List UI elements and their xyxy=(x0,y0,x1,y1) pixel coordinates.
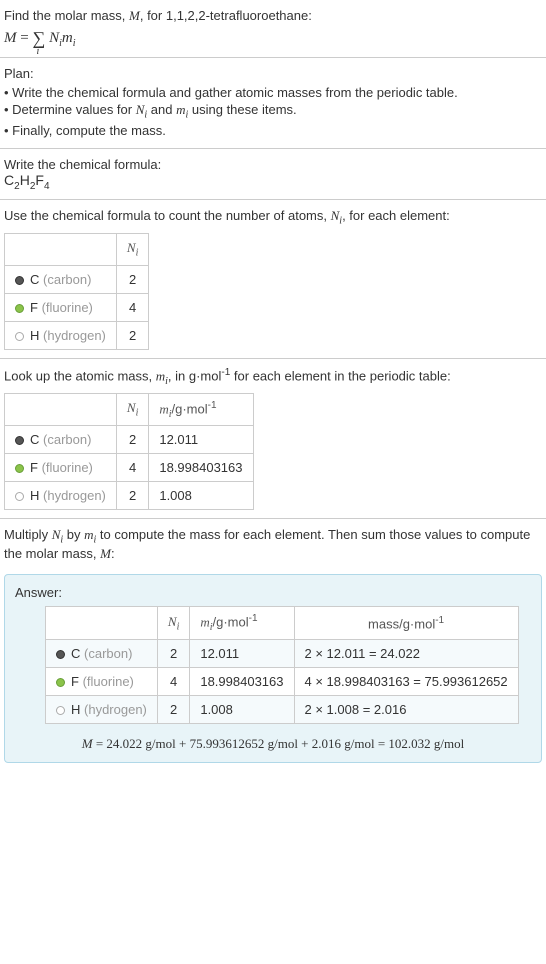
formula-n: N xyxy=(49,30,59,46)
m-cell: 1.008 xyxy=(190,695,294,723)
n-cell: 2 xyxy=(157,695,189,723)
element-dot-icon xyxy=(56,650,65,659)
intro-section: Find the molar mass, M, for 1,1,2,2-tetr… xyxy=(0,0,546,58)
element-dot-icon xyxy=(56,678,65,687)
element-cell: F (fluorine) xyxy=(5,293,117,321)
element-cell: C (carbon) xyxy=(5,265,117,293)
element-dot-icon xyxy=(15,436,24,445)
header-m: mi/g·mol-1 xyxy=(190,607,294,640)
m-cell: 18.998403163 xyxy=(149,454,253,482)
answer-table: Ni mi/g·mol-1 mass/g·mol-1 C (carbon) 2 … xyxy=(45,606,519,724)
sum-index: i xyxy=(36,46,39,57)
n-cell: 4 xyxy=(116,454,148,482)
answer-label: Answer: xyxy=(15,585,531,600)
mass-title: Look up the atomic mass, mi, in g·mol-1 … xyxy=(4,367,542,387)
element-cell: F (fluorine) xyxy=(5,454,117,482)
header-element xyxy=(46,607,158,640)
m-cell: 12.011 xyxy=(190,639,294,667)
header-n: Ni xyxy=(116,393,148,426)
calc-cell: 2 × 1.008 = 2.016 xyxy=(294,695,518,723)
table-row: F (fluorine) 4 18.998403163 4 × 18.99840… xyxy=(46,667,519,695)
table-row: C (carbon) 2 12.011 2 × 12.011 = 24.022 xyxy=(46,639,519,667)
table-row: C (carbon) 2 12.011 xyxy=(5,426,254,454)
element-dot-icon xyxy=(56,706,65,715)
header-n: Ni xyxy=(116,233,148,265)
multiply-section: Multiply Ni by mi to compute the mass fo… xyxy=(0,519,546,570)
element-cell: F (fluorine) xyxy=(46,667,158,695)
n-cell: 2 xyxy=(116,265,148,293)
intro-line1-end: , for 1,1,2,2-tetrafluoroethane: xyxy=(140,8,312,23)
n-cell: 2 xyxy=(116,426,148,454)
table-row: H (hydrogen) 2 1.008 2 × 1.008 = 2.016 xyxy=(46,695,519,723)
n-cell: 4 xyxy=(116,293,148,321)
m-cell: 12.011 xyxy=(149,426,253,454)
table-row: F (fluorine) 4 18.998403163 xyxy=(5,454,254,482)
n-cell: 4 xyxy=(157,667,189,695)
plan-section: Plan: • Write the chemical formula and g… xyxy=(0,58,546,149)
element-cell: C (carbon) xyxy=(46,639,158,667)
n-cell: 2 xyxy=(116,482,148,510)
chem-formula-title: Write the chemical formula: xyxy=(4,157,542,172)
answer-box: Answer: Ni mi/g·mol-1 mass/g·mol-1 C (ca… xyxy=(4,574,542,763)
n-cell: 2 xyxy=(157,639,189,667)
atom-count-section: Use the chemical formula to count the nu… xyxy=(0,200,546,358)
plan-list: • Write the chemical formula and gather … xyxy=(4,85,542,138)
table-row: H (hydrogen) 2 xyxy=(5,321,149,349)
table-header-row: Ni xyxy=(5,233,149,265)
chemical-formula-section: Write the chemical formula: C2H2F4 xyxy=(0,149,546,201)
table-row: C (carbon) 2 xyxy=(5,265,149,293)
table-row: H (hydrogen) 2 1.008 xyxy=(5,482,254,510)
intro-text: Find the molar mass, M, for 1,1,2,2-tetr… xyxy=(4,8,542,24)
final-equation: M = 24.022 g/mol + 75.993612652 g/mol + … xyxy=(15,736,531,752)
element-cell: H (hydrogen) xyxy=(5,482,117,510)
calc-cell: 2 × 12.011 = 24.022 xyxy=(294,639,518,667)
plan-item-1: • Write the chemical formula and gather … xyxy=(4,85,542,100)
multiply-title: Multiply Ni by mi to compute the mass fo… xyxy=(4,527,542,562)
table-header-row: Ni mi/g·mol-1 mass/g·mol-1 xyxy=(46,607,519,640)
atom-count-table: Ni C (carbon) 2 F (fluorine) 4 H (hydrog… xyxy=(4,233,149,350)
m-cell: 18.998403163 xyxy=(190,667,294,695)
plan-item-2: • Determine values for Ni and mi using t… xyxy=(4,102,542,121)
n-cell: 2 xyxy=(116,321,148,349)
intro-line1: Find the molar mass, xyxy=(4,8,129,23)
plan-item-3: • Finally, compute the mass. xyxy=(4,123,542,138)
formula-m-sub: i xyxy=(73,38,76,49)
header-m: mi/g·mol-1 xyxy=(149,393,253,426)
element-dot-icon xyxy=(15,276,24,285)
calc-cell: 4 × 18.998403163 = 75.993612652 xyxy=(294,667,518,695)
element-dot-icon xyxy=(15,464,24,473)
header-element xyxy=(5,233,117,265)
formula-m: m xyxy=(62,30,73,46)
count-title: Use the chemical formula to count the nu… xyxy=(4,208,542,227)
element-cell: H (hydrogen) xyxy=(46,695,158,723)
header-element xyxy=(5,393,117,426)
sigma-icon: ∑i xyxy=(32,28,45,49)
formula-eq: = xyxy=(17,30,33,46)
header-n: Ni xyxy=(157,607,189,640)
table-row: F (fluorine) 4 xyxy=(5,293,149,321)
intro-var-m: M xyxy=(129,8,140,23)
formula-lhs: M xyxy=(4,30,17,46)
header-mass: mass/g·mol-1 xyxy=(294,607,518,640)
atomic-mass-table: Ni mi/g·mol-1 C (carbon) 2 12.011 F (flu… xyxy=(4,393,254,511)
molar-mass-formula: M = ∑i Nimi xyxy=(4,28,542,49)
atomic-mass-section: Look up the atomic mass, mi, in g·mol-1 … xyxy=(0,359,546,520)
element-cell: C (carbon) xyxy=(5,426,117,454)
element-dot-icon xyxy=(15,304,24,313)
plan-title: Plan: xyxy=(4,66,542,81)
element-cell: H (hydrogen) xyxy=(5,321,117,349)
element-dot-icon xyxy=(15,492,24,501)
m-cell: 1.008 xyxy=(149,482,253,510)
element-dot-icon xyxy=(15,332,24,341)
chemical-formula: C2H2F4 xyxy=(4,172,542,192)
table-header-row: Ni mi/g·mol-1 xyxy=(5,393,254,426)
